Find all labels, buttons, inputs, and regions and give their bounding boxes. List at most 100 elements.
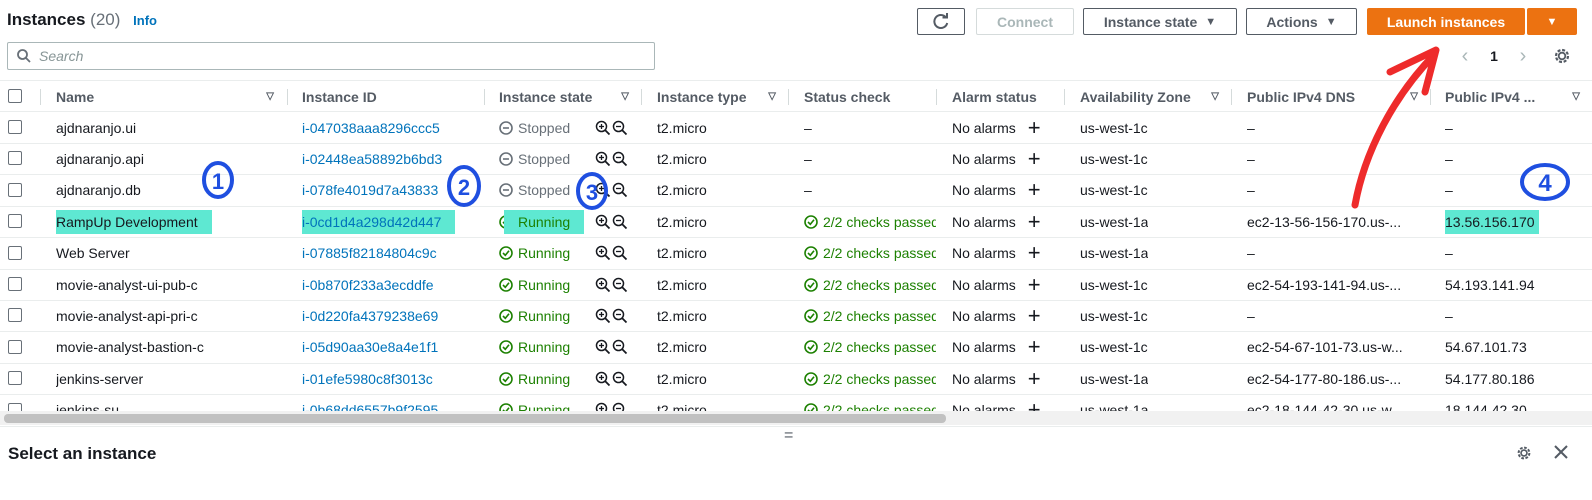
table-row[interactable]: movie-analyst-ui-pub-c i-0b870f233a3ecddf… bbox=[0, 269, 1592, 301]
public-ipv4: 13.56.156.170 bbox=[1445, 209, 1539, 234]
sort-icon[interactable]: ▽ bbox=[1410, 91, 1418, 102]
zoom-in-icon[interactable] bbox=[595, 214, 611, 230]
row-checkbox[interactable] bbox=[8, 120, 22, 134]
instance-type: t2.micro bbox=[657, 307, 707, 324]
column-header-public-ipv4[interactable]: Public IPv4 ... ▽ bbox=[1445, 81, 1592, 112]
table-row[interactable]: movie-analyst-bastion-c i-05d90aa30e8a4e1… bbox=[0, 332, 1592, 364]
add-alarm-icon[interactable]: + bbox=[1028, 179, 1041, 201]
instance-id-link[interactable]: i-01efe5980c8f3013c bbox=[302, 371, 433, 387]
horizontal-scrollbar[interactable] bbox=[0, 411, 1592, 425]
actions-button[interactable]: Actions ▼ bbox=[1246, 8, 1357, 35]
add-alarm-icon[interactable]: + bbox=[1028, 304, 1041, 327]
instance-id-link[interactable]: i-078fe4019d7a43833 bbox=[302, 182, 438, 198]
alarm-status: No alarms bbox=[952, 245, 1016, 262]
resize-handle-icon[interactable]: = bbox=[784, 427, 793, 445]
zoom-out-icon[interactable] bbox=[612, 182, 628, 198]
zoom-out-icon[interactable] bbox=[612, 120, 628, 136]
table-row[interactable]: ajdnaranjo.db i-078fe4019d7a43833 Stopped t… bbox=[0, 175, 1592, 207]
add-alarm-icon[interactable]: + bbox=[1028, 242, 1041, 264]
add-alarm-icon[interactable]: + bbox=[1028, 210, 1041, 233]
zoom-in-icon[interactable] bbox=[595, 308, 611, 324]
add-alarm-icon[interactable]: + bbox=[1028, 147, 1041, 170]
select-all-checkbox[interactable] bbox=[8, 89, 22, 103]
row-checkbox[interactable] bbox=[8, 245, 22, 260]
instance-type: t2.micro bbox=[657, 245, 707, 262]
column-header-instance-type[interactable]: Instance type ▽ bbox=[657, 81, 788, 112]
zoom-in-icon[interactable] bbox=[595, 245, 611, 261]
table-row[interactable]: Web Server i-07885f82184804c9c Running t2.m… bbox=[0, 238, 1592, 270]
row-checkbox[interactable] bbox=[8, 151, 22, 166]
instance-id-link[interactable]: i-05d90aa30e8a4e1f1 bbox=[302, 339, 438, 355]
checks-passed-icon bbox=[804, 214, 818, 229]
zoom-in-icon[interactable] bbox=[595, 120, 611, 136]
sort-icon[interactable]: ▽ bbox=[1211, 91, 1219, 102]
launch-dropdown-button[interactable]: ▼ bbox=[1527, 8, 1577, 35]
sort-icon[interactable]: ▽ bbox=[1572, 91, 1580, 102]
row-checkbox[interactable] bbox=[8, 214, 22, 229]
column-header-availability-zone[interactable]: Availability Zone ▽ bbox=[1080, 81, 1231, 112]
zoom-in-icon[interactable] bbox=[595, 339, 611, 355]
zoom-controls bbox=[595, 151, 628, 167]
alarm-status: No alarms bbox=[952, 182, 1016, 199]
public-ipv4-cell: 54.193.141.94 bbox=[1445, 269, 1535, 300]
scrollbar-thumb[interactable] bbox=[4, 414, 946, 423]
table-row[interactable]: jenkins-server i-01efe5980c8f3013c Running… bbox=[0, 363, 1592, 396]
add-alarm-icon[interactable]: + bbox=[1028, 367, 1041, 390]
table-row[interactable]: ajdnaranjo.ui i-047038aaa8296ccc5 Stopped t… bbox=[0, 112, 1592, 144]
settings-gear-icon[interactable] bbox=[1515, 444, 1533, 462]
next-page-icon[interactable]: › bbox=[1513, 45, 1533, 68]
zoom-in-icon[interactable] bbox=[595, 151, 611, 167]
add-alarm-icon[interactable]: + bbox=[1028, 116, 1041, 139]
column-header-instance-id[interactable]: Instance ID bbox=[302, 81, 484, 112]
column-header-alarm-status[interactable]: Alarm status bbox=[952, 81, 1064, 112]
column-header-public-ipv4-dns[interactable]: Public IPv4 DNS ▽ bbox=[1247, 81, 1430, 112]
add-alarm-icon[interactable]: + bbox=[1028, 273, 1041, 296]
stopped-icon bbox=[499, 152, 513, 166]
page-number[interactable]: 1 bbox=[1475, 48, 1513, 64]
zoom-out-icon[interactable] bbox=[612, 371, 628, 387]
zoom-out-icon[interactable] bbox=[612, 151, 628, 167]
instance-id-link[interactable]: i-0b870f233a3ecddfe bbox=[302, 277, 434, 293]
row-checkbox[interactable] bbox=[8, 371, 22, 386]
instance-id-link[interactable]: i-047038aaa8296ccc5 bbox=[302, 120, 440, 136]
zoom-out-icon[interactable] bbox=[612, 214, 628, 230]
column-header-name[interactable]: Name ▽ bbox=[56, 81, 286, 112]
zoom-out-icon[interactable] bbox=[612, 308, 628, 324]
instance-name-cell: RampUp Development bbox=[56, 206, 212, 237]
close-icon[interactable] bbox=[1551, 442, 1571, 462]
table-row[interactable]: ajdnaranjo.api i-02448ea58892b6bd3 Stopped… bbox=[0, 143, 1592, 176]
column-header-label: Instance state bbox=[499, 88, 593, 105]
instance-state-button[interactable]: Instance state ▼ bbox=[1083, 8, 1237, 35]
zoom-out-icon[interactable] bbox=[612, 277, 628, 293]
instance-state: Running bbox=[518, 370, 571, 387]
zoom-in-icon[interactable] bbox=[595, 371, 611, 387]
previous-page-icon[interactable]: ‹ bbox=[1455, 45, 1475, 68]
instance-id-link[interactable]: i-02448ea58892b6bd3 bbox=[302, 151, 442, 167]
row-checkbox[interactable] bbox=[8, 308, 22, 323]
connect-button[interactable]: Connect bbox=[976, 8, 1074, 35]
column-header-instance-state[interactable]: Instance state ▽ bbox=[499, 81, 641, 112]
zoom-in-icon[interactable] bbox=[595, 277, 611, 293]
search-input[interactable] bbox=[39, 48, 639, 64]
row-checkbox[interactable] bbox=[8, 277, 22, 291]
sort-icon[interactable]: ▽ bbox=[768, 91, 776, 102]
launch-instances-button[interactable]: Launch instances bbox=[1367, 8, 1525, 35]
search-box bbox=[7, 42, 655, 70]
sort-icon[interactable]: ▽ bbox=[621, 91, 629, 102]
column-header-status-check[interactable]: Status check bbox=[804, 81, 936, 112]
info-link[interactable]: Info bbox=[133, 13, 157, 28]
sort-icon[interactable]: ▽ bbox=[266, 91, 274, 102]
instance-id-link[interactable]: i-0d220fa4379238e69 bbox=[302, 308, 438, 324]
refresh-button[interactable] bbox=[917, 8, 965, 35]
table-row[interactable]: RampUp Development i-0cd1d4a298d42d447 Run… bbox=[0, 206, 1592, 239]
settings-gear-icon[interactable] bbox=[1552, 46, 1572, 66]
row-checkbox[interactable] bbox=[8, 182, 22, 197]
instance-id-link[interactable]: i-0cd1d4a298d42d447 bbox=[302, 209, 456, 234]
add-alarm-icon[interactable]: + bbox=[1028, 336, 1041, 358]
zoom-out-icon[interactable] bbox=[612, 245, 628, 261]
instance-id-link[interactable]: i-07885f82184804c9c bbox=[302, 245, 437, 261]
row-checkbox[interactable] bbox=[8, 339, 22, 354]
zoom-out-icon[interactable] bbox=[612, 339, 628, 355]
zoom-in-icon[interactable] bbox=[595, 182, 611, 198]
table-row[interactable]: movie-analyst-api-pri-c i-0d220fa4379238e… bbox=[0, 300, 1592, 333]
